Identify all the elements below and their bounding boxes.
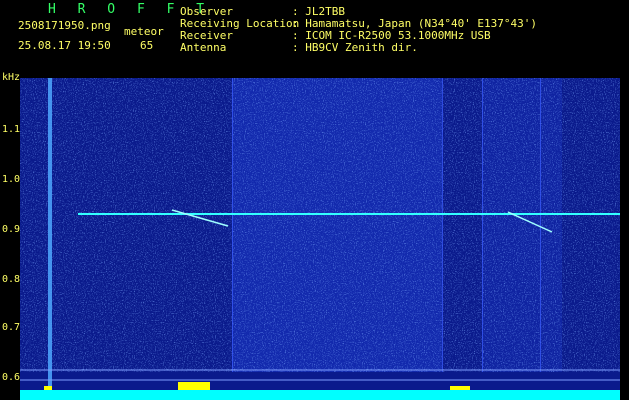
hrofft-window: H R O F F T 2508171950.png 25.08.17 19:5… xyxy=(0,0,629,400)
meteor-count: 65 xyxy=(140,39,154,52)
spectrum-noise xyxy=(20,78,620,372)
y-unit-label: kHz xyxy=(2,72,21,83)
left-spur xyxy=(48,78,52,400)
y-tick-1-0: 1.0 xyxy=(2,174,21,185)
y-tick-0-9: 0.9 xyxy=(2,224,21,235)
spectrogram xyxy=(20,78,620,400)
vertical-marker-3 xyxy=(482,78,483,372)
vertical-marker-4 xyxy=(540,78,541,372)
y-tick-0-6: 0.6 xyxy=(2,372,21,383)
datetime: 25.08.17 19:50 xyxy=(18,39,111,52)
antenna-label: Antenna xyxy=(180,41,227,54)
type-label: meteor xyxy=(124,25,164,38)
vertical-marker-1 xyxy=(232,78,233,372)
level-floor xyxy=(20,390,620,400)
level-burst-3 xyxy=(450,386,470,390)
y-tick-0-7: 0.7 xyxy=(2,322,21,333)
level-burst-2 xyxy=(44,386,52,390)
filename: 2508171950.png xyxy=(18,19,111,32)
antenna-value: : HB9CV Zenith dir. xyxy=(292,41,418,54)
level-burst-1 xyxy=(178,382,210,390)
vertical-marker-2 xyxy=(442,78,443,372)
y-tick-1-1: 1.1 xyxy=(2,124,21,135)
y-tick-0-8: 0.8 xyxy=(2,274,21,285)
